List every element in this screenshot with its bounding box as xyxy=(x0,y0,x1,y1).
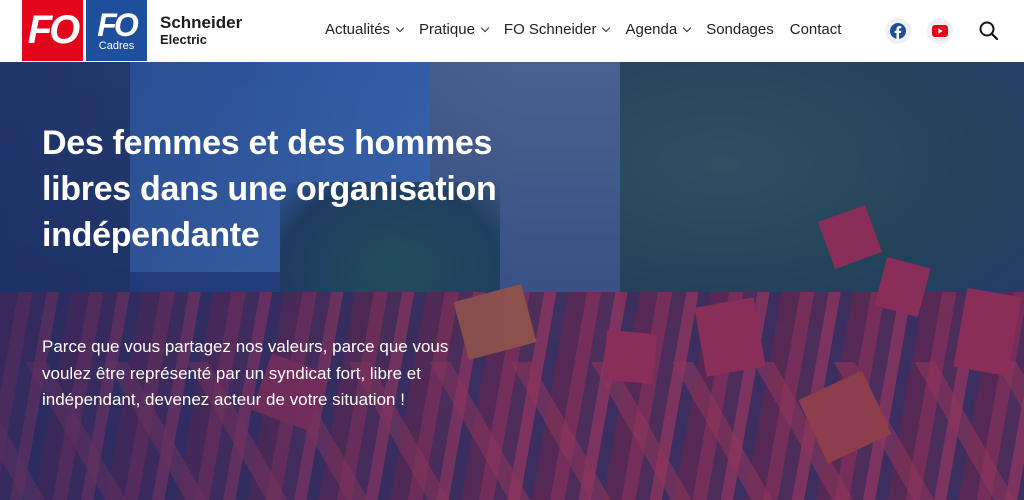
nav-item-fo-schneider[interactable]: FO Schneider xyxy=(503,21,611,38)
nav-item-sondages[interactable]: Sondages xyxy=(706,21,774,38)
nav-item-label: Agenda xyxy=(625,21,678,38)
nav-item-pratique[interactable]: Pratique xyxy=(419,21,490,38)
chevron-down-icon xyxy=(682,23,692,32)
nav-item-label: Sondages xyxy=(706,21,774,38)
nav-item-actualites[interactable]: Actualités xyxy=(325,21,405,38)
hero-title: Des femmes et des hommes libres dans une… xyxy=(42,124,497,254)
brand-line-1: Schneider xyxy=(160,13,243,32)
search-button[interactable] xyxy=(978,20,1000,42)
nav-item-agenda[interactable]: Agenda xyxy=(625,21,692,38)
chevron-down-icon xyxy=(395,23,405,32)
chevron-down-icon xyxy=(602,23,611,32)
facebook-icon xyxy=(890,23,906,39)
site-logo[interactable]: FO FO Cadres xyxy=(22,0,147,61)
youtube-icon xyxy=(932,25,948,37)
nav-item-contact[interactable]: Contact xyxy=(790,21,842,38)
fo-cadres-logo: FO Cadres xyxy=(86,0,147,61)
facebook-link[interactable] xyxy=(885,18,911,44)
site-header: FO FO Cadres Schneider Electric Actualit… xyxy=(0,0,1024,62)
fo-logo: FO xyxy=(22,0,83,61)
fo-cadres-logo-text: FO xyxy=(97,6,138,43)
cadres-label: Cadres xyxy=(98,39,135,52)
nav-item-label: Pratique xyxy=(419,21,475,38)
nav-item-label: Contact xyxy=(789,21,842,38)
main-nav: Actualités Pratique FO Schneider Agenda … xyxy=(325,21,857,38)
hero-banner: Des femmes et des hommes libres dans une… xyxy=(0,62,1024,500)
nav-item-label: Actualités xyxy=(325,21,391,38)
search-icon xyxy=(979,21,999,41)
hero-description: Parce que vous partagez nos valeurs, par… xyxy=(42,337,449,409)
chevron-down-icon xyxy=(480,23,490,32)
nav-item-label: FO Schneider xyxy=(503,21,597,38)
brand-line-2: Electric xyxy=(160,32,207,47)
youtube-link[interactable] xyxy=(927,18,953,44)
brand-name[interactable]: Schneider Electric xyxy=(160,13,243,48)
